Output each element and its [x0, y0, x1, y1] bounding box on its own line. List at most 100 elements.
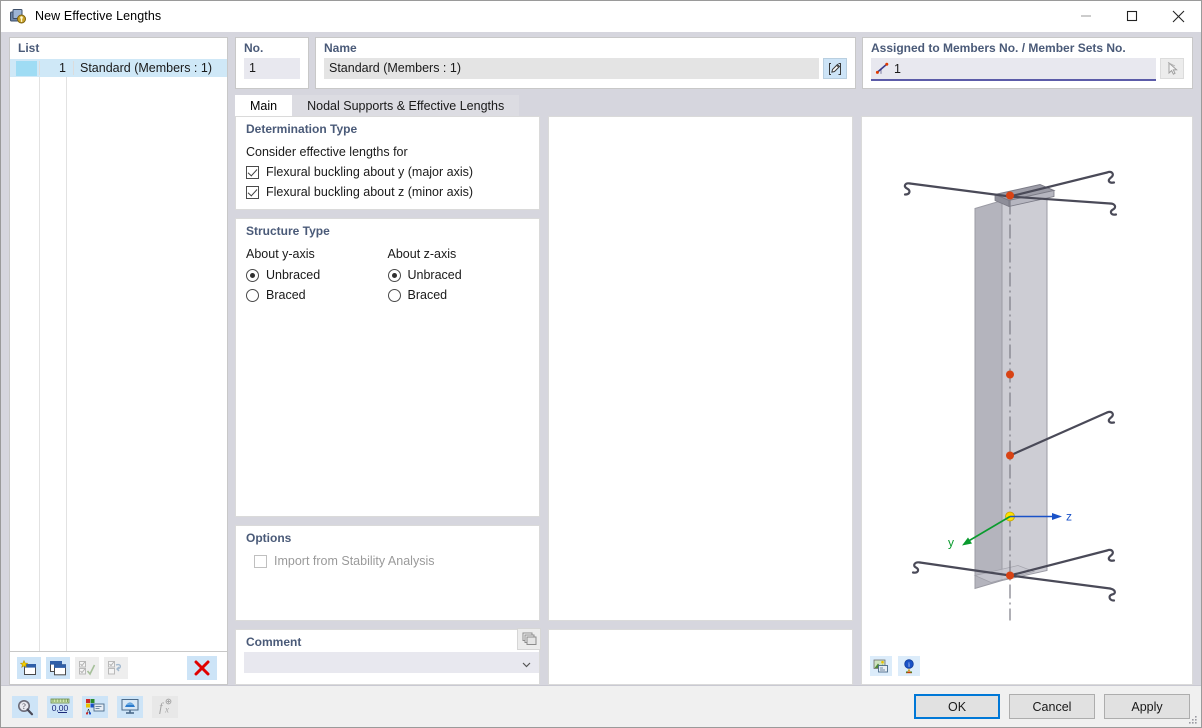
- minimize-icon[interactable]: [1063, 1, 1109, 31]
- details-footer-panel: [548, 629, 853, 685]
- dialog-window: New Effective Lengths List: [0, 0, 1202, 728]
- assigned-value: 1: [890, 62, 901, 76]
- assigned-field-label: Assigned to Members No. / Member Sets No…: [871, 41, 1184, 58]
- effective-lengths-icon: [9, 7, 27, 25]
- apply-button[interactable]: Apply: [1104, 694, 1190, 719]
- comment-library-icon[interactable]: [517, 628, 541, 650]
- radio-z-unbraced-dot[interactable]: [388, 269, 401, 282]
- select-all-button: [75, 657, 99, 679]
- checkbox-flexural-y[interactable]: Flexural buckling about y (major axis): [246, 165, 529, 179]
- name-field-group: Name Standard (Members : 1): [315, 37, 856, 89]
- dialog-body: List 1 Standard (Members : 1): [1, 32, 1201, 685]
- window-controls: [1063, 1, 1201, 31]
- list-item-color-swatch: [16, 61, 37, 76]
- tab-content: Determination Type Consider effective le…: [235, 116, 1193, 685]
- pick-in-model-icon[interactable]: [1160, 58, 1184, 79]
- radio-z-braced-dot[interactable]: [388, 289, 401, 302]
- radio-z-unbraced[interactable]: Unbraced: [388, 268, 530, 282]
- structure-type-section: Structure Type About y-axis Unbraced: [235, 218, 540, 517]
- render-mode-button[interactable]: [870, 656, 892, 676]
- copy-entry-button[interactable]: [46, 657, 70, 679]
- radio-z-braced[interactable]: Braced: [388, 288, 530, 302]
- footer-toolbar: ? 0,00: [12, 696, 178, 718]
- viewport-tools: i: [870, 656, 920, 676]
- checkbox-flexural-y-box[interactable]: [246, 166, 259, 179]
- new-entry-button[interactable]: [17, 657, 41, 679]
- checkbox-flexural-z-box[interactable]: [246, 186, 259, 199]
- checkbox-flexural-y-label: Flexural buckling about y (major axis): [266, 165, 473, 179]
- header-fields: No. 1 Name Standard (Members : 1): [235, 37, 1193, 89]
- checkbox-flexural-z[interactable]: Flexural buckling about z (minor axis): [246, 185, 529, 199]
- no-input[interactable]: 1: [244, 58, 300, 79]
- resize-grip[interactable]: [1188, 714, 1198, 724]
- svg-text:0,00: 0,00: [52, 703, 69, 713]
- graphic-view-button[interactable]: [117, 696, 143, 718]
- list-item-label: Standard (Members : 1): [73, 61, 227, 75]
- no-field-group: No. 1: [235, 37, 309, 89]
- structure-type-column-y: About y-axis Unbraced Braced: [246, 247, 388, 308]
- comment-title: Comment: [236, 630, 539, 649]
- svg-text:?: ?: [22, 702, 26, 711]
- list-item-number: 1: [39, 61, 73, 75]
- main-area: No. 1 Name Standard (Members : 1): [235, 37, 1193, 685]
- structure-type-body: About y-axis Unbraced Braced: [236, 238, 539, 318]
- ok-button[interactable]: OK: [914, 694, 1000, 719]
- radio-y-unbraced[interactable]: Unbraced: [246, 268, 388, 282]
- settings-column: Determination Type Consider effective le…: [235, 116, 540, 685]
- model-preview-column: z y: [861, 116, 1193, 685]
- axis-y-label: y: [948, 536, 954, 550]
- list-toolbar: [9, 652, 228, 685]
- maximize-icon[interactable]: [1109, 1, 1155, 31]
- help-button[interactable]: ?: [12, 696, 38, 718]
- no-field-label: No.: [244, 41, 300, 58]
- checkbox-import-stability-box[interactable]: [254, 555, 267, 568]
- radio-y-braced-dot[interactable]: [246, 289, 259, 302]
- assigned-input[interactable]: I 1: [871, 58, 1156, 81]
- details-panel: [548, 116, 853, 621]
- model-viewport[interactable]: z y: [861, 116, 1193, 685]
- dialog-action-buttons: OK Cancel Apply: [914, 694, 1190, 719]
- radio-y-unbraced-label: Unbraced: [266, 268, 320, 282]
- units-decimal-places-button[interactable]: 0,00: [47, 696, 73, 718]
- window-title: New Effective Lengths: [35, 9, 161, 23]
- name-input[interactable]: Standard (Members : 1): [324, 58, 819, 79]
- list-box[interactable]: 1 Standard (Members : 1): [9, 59, 228, 652]
- cancel-button[interactable]: Cancel: [1009, 694, 1095, 719]
- member-line-icon: I: [871, 62, 890, 75]
- axis-z-label: z: [1066, 510, 1072, 524]
- chevron-down-icon[interactable]: [522, 658, 531, 667]
- comment-input[interactable]: [244, 652, 539, 673]
- dialog-footer: ? 0,00: [1, 685, 1201, 727]
- list-item[interactable]: 1 Standard (Members : 1): [10, 59, 227, 77]
- list-grid-line-1: [39, 77, 40, 651]
- about-y-axis-heading: About y-axis: [246, 247, 388, 261]
- close-icon[interactable]: [1155, 1, 1201, 31]
- tab-main[interactable]: Main: [235, 95, 292, 116]
- options-title: Options: [236, 526, 539, 545]
- checkbox-import-stability[interactable]: Import from Stability Analysis: [246, 554, 529, 568]
- comment-row: [236, 649, 539, 673]
- determination-type-section: Determination Type Consider effective le…: [235, 116, 540, 210]
- svg-text:x: x: [164, 705, 169, 715]
- formula-button: f x: [152, 696, 178, 718]
- list-title: List: [18, 41, 219, 55]
- radio-z-unbraced-label: Unbraced: [408, 268, 462, 282]
- tab-nodal-supports[interactable]: Nodal Supports & Effective Lengths: [292, 95, 519, 116]
- edit-name-icon[interactable]: [823, 58, 847, 79]
- middle-column: [548, 116, 853, 685]
- structure-type-title: Structure Type: [236, 219, 539, 238]
- radio-z-braced-label: Braced: [408, 288, 448, 302]
- display-properties-button[interactable]: A: [82, 696, 108, 718]
- radio-y-unbraced-dot[interactable]: [246, 269, 259, 282]
- about-z-axis-heading: About z-axis: [388, 247, 530, 261]
- delete-entry-button[interactable]: [187, 656, 217, 680]
- tab-bar: Main Nodal Supports & Effective Lengths: [235, 95, 1193, 116]
- assigned-field-group: Assigned to Members No. / Member Sets No…: [862, 37, 1193, 89]
- checkbox-import-stability-label: Import from Stability Analysis: [274, 554, 434, 568]
- radio-y-braced[interactable]: Braced: [246, 288, 388, 302]
- svg-text:i: i: [908, 661, 910, 668]
- svg-text:I: I: [880, 70, 882, 76]
- title-bar: New Effective Lengths: [1, 1, 1201, 32]
- info-balloon-button[interactable]: i: [898, 656, 920, 676]
- invert-selection-button: [104, 657, 128, 679]
